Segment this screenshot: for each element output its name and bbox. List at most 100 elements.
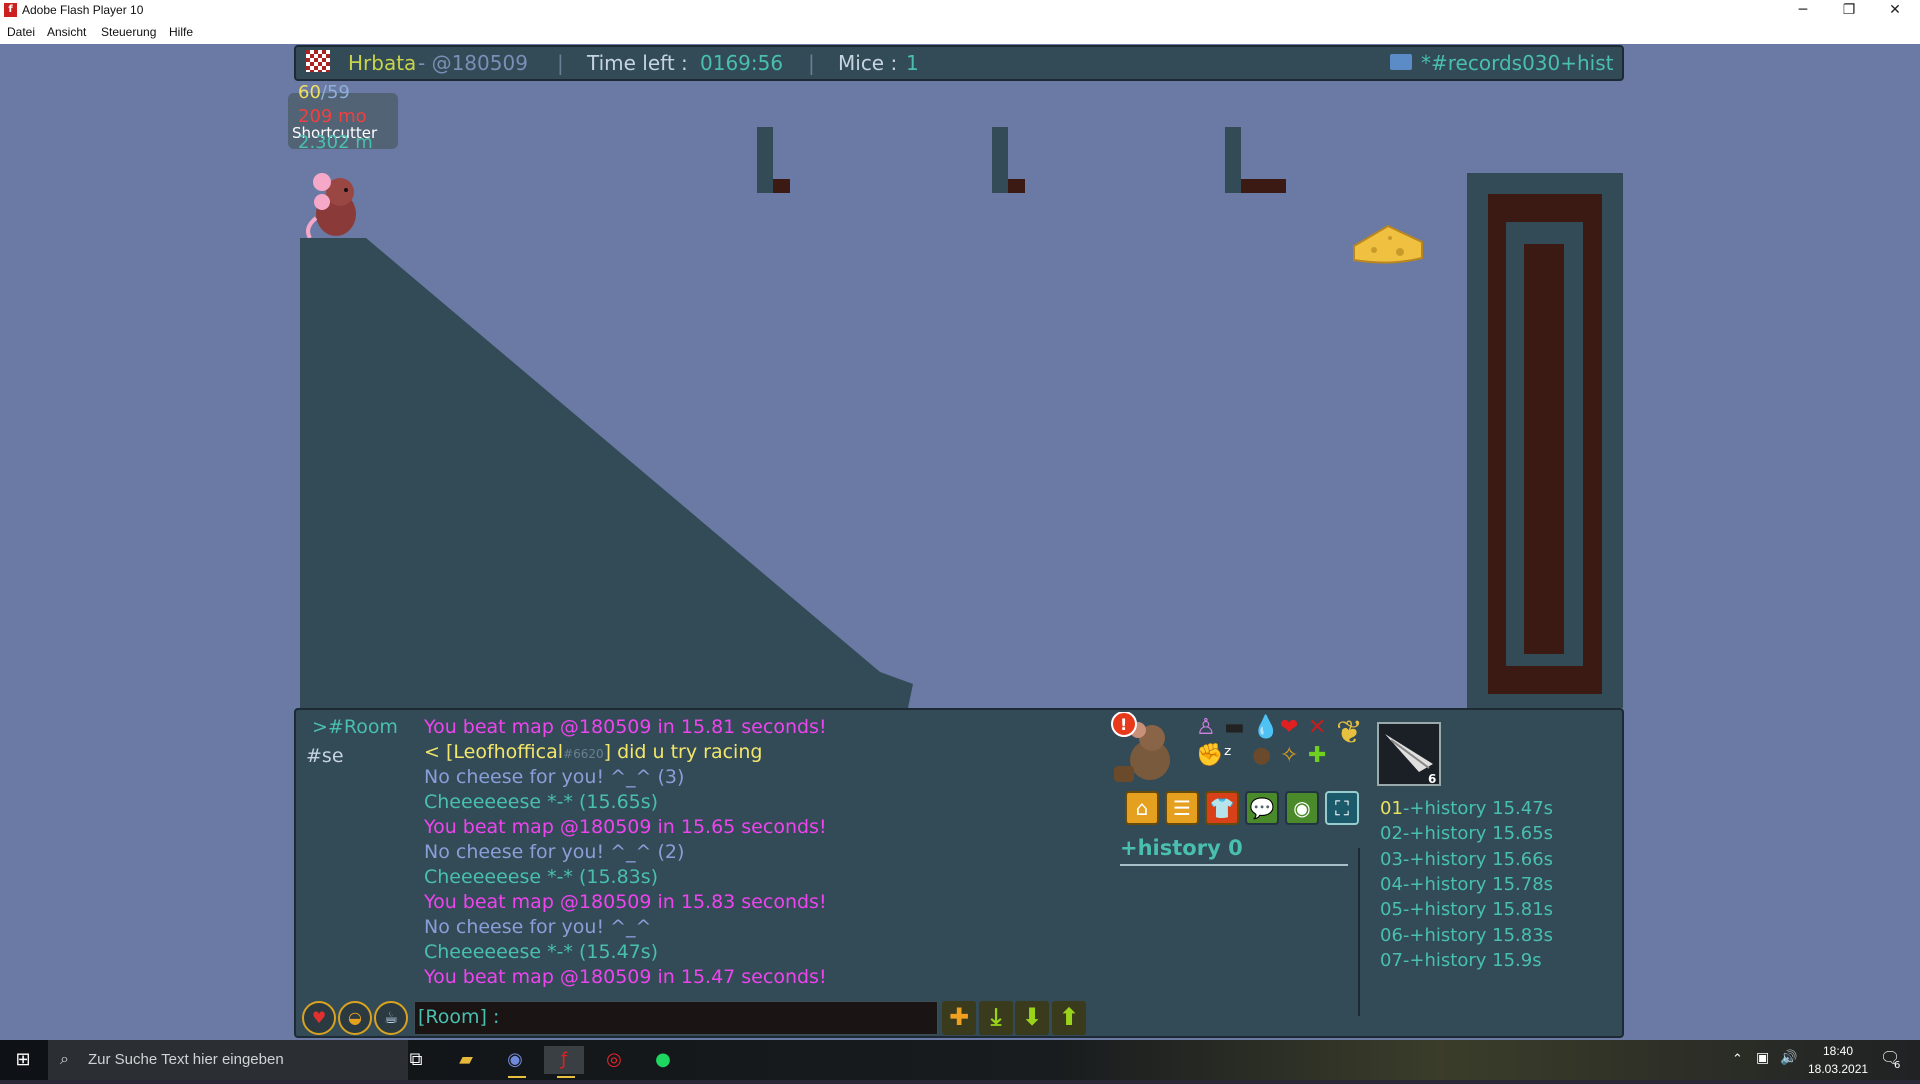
time-left-value: 0169:56: [700, 51, 784, 75]
record-name: -+history: [1402, 798, 1493, 819]
home-icon[interactable]: ⌂: [1125, 791, 1159, 825]
flash-icon: f: [4, 3, 17, 17]
record-row[interactable]: 02-+history 15.65s: [1380, 823, 1553, 844]
record-time: 15.9s: [1492, 949, 1542, 971]
windows-start-icon[interactable]: ⊞: [0, 1046, 46, 1074]
chat-message-text: You beat map @180509 in 15.65 seconds!: [424, 816, 827, 838]
discord-taskbar-icon[interactable]: ◉: [495, 1046, 535, 1074]
hat-icon[interactable]: ☕: [374, 1001, 408, 1035]
tray-volume-icon[interactable]: 🔊: [1780, 1050, 1797, 1066]
record-name: -+history: [1402, 899, 1493, 921]
history-label: +history 0: [1120, 836, 1243, 860]
plus-icon[interactable]: ✚: [942, 1001, 976, 1035]
time-left-label: Time left :: [587, 51, 688, 75]
restore-button[interactable]: ❐: [1826, 0, 1872, 22]
room-flag-icon: [1390, 54, 1412, 70]
record-row[interactable]: 03-+history 15.66s: [1380, 849, 1553, 870]
minimize-button[interactable]: ─: [1780, 0, 1826, 22]
record-row[interactable]: 05-+history 15.81s: [1380, 899, 1553, 920]
chat-bubble-icon[interactable]: 💬: [1245, 791, 1279, 825]
fps-counter: 60/59: [298, 82, 350, 103]
map-author: Hrbata: [348, 51, 417, 75]
clock-time[interactable]: 18:40: [1808, 1044, 1868, 1058]
drop-icon[interactable]: 💧: [1252, 716, 1279, 740]
menu-ansicht[interactable]: Ansicht: [47, 25, 86, 39]
chat-message: No cheese for you! ^_^ (3): [424, 766, 684, 788]
record-time: 15.83s: [1492, 924, 1554, 946]
record-name: -+history: [1402, 924, 1493, 946]
chat-message-text: No cheese for you! ^_^ (3): [424, 766, 685, 788]
profile-mouse-avatar[interactable]: !: [1110, 711, 1182, 784]
opera-icon[interactable]: ◎: [594, 1046, 634, 1074]
chat-message: Cheeeeeese *-* (15.47s): [424, 941, 658, 963]
chat-message-text: You beat map @180509 in 15.81 seconds!: [424, 716, 827, 738]
record-time: 15.47s: [1492, 798, 1554, 819]
tray-chevron-icon[interactable]: ⌃: [1732, 1052, 1743, 1067]
nut-icon[interactable]: ●: [1252, 744, 1271, 768]
clock-date[interactable]: 18.03.2021: [1808, 1062, 1868, 1076]
fullscreen-icon[interactable]: ⛶: [1325, 791, 1359, 825]
chat-input-placeholder: [Room] :: [418, 1006, 500, 1028]
record-name: -+history: [1402, 823, 1493, 845]
hat-emote-icon[interactable]: ▬: [1224, 716, 1245, 740]
record-time: 15.65s: [1492, 823, 1554, 845]
record-row[interactable]: 06-+history 15.83s: [1380, 925, 1553, 946]
channel-room-tab[interactable]: >#Room: [312, 716, 398, 738]
menu-hilfe[interactable]: Hilfe: [169, 25, 193, 39]
feather-icon[interactable]: ❦: [1336, 716, 1363, 748]
record-rank: 05: [1380, 899, 1403, 921]
mice-count: 1: [906, 51, 919, 75]
wardrobe-icon[interactable]: 👕: [1205, 791, 1239, 825]
confetti-icon[interactable]: ✧: [1280, 744, 1298, 768]
chat-message: You beat map @180509 in 15.47 seconds!: [424, 966, 827, 988]
history-underline: [1120, 864, 1348, 866]
chat-message: Cheeeeeese *-* (15.65s): [424, 791, 658, 813]
window-title: Adobe Flash Player 10: [22, 3, 144, 17]
chat-message: No cheese for you! ^_^ (2): [424, 841, 684, 863]
panel-divider: [1358, 848, 1360, 1016]
discord-icon[interactable]: ◉: [1285, 791, 1319, 825]
arrow-down-icon[interactable]: ⬇: [1015, 1001, 1049, 1035]
search-placeholder: Zur Suche Text hier eingeben: [88, 1051, 284, 1068]
menu-steuerung[interactable]: Steuerung: [101, 25, 156, 39]
heart-icon[interactable]: ♥: [302, 1001, 336, 1035]
heart-emote-icon[interactable]: ❤: [1280, 716, 1298, 740]
channel-se-tab[interactable]: #se: [306, 745, 344, 767]
plus-emote-icon[interactable]: ✚: [1308, 744, 1326, 768]
cheese-item: [1350, 220, 1426, 266]
mice-label: Mice :: [838, 51, 898, 75]
file-explorer-icon[interactable]: ▰: [446, 1046, 486, 1074]
running-indicator: [508, 1076, 526, 1078]
close-button[interactable]: ✕: [1872, 0, 1918, 22]
arrow-up-icon[interactable]: ⬆: [1052, 1001, 1086, 1035]
chat-message-text: Cheeeeeese *-* (15.47s): [424, 941, 659, 963]
cross-icon[interactable]: ✕: [1308, 716, 1326, 740]
chat-message-text: No cheese for you! ^_^ (2): [424, 841, 685, 863]
download-icon[interactable]: ⤓: [979, 1001, 1013, 1035]
paw-icon[interactable]: ✊: [1196, 744, 1223, 768]
topbar-separator-2: |: [808, 51, 815, 75]
record-rank: 03: [1380, 848, 1403, 870]
task-view-icon[interactable]: ⧉: [396, 1046, 436, 1074]
flash-taskbar-icon[interactable]: ƒ: [544, 1046, 584, 1074]
shield-icon[interactable]: ◒: [338, 1001, 372, 1035]
record-time: 15.78s: [1492, 873, 1554, 895]
tray-network-icon[interactable]: ▣: [1756, 1050, 1769, 1066]
chat-message-text: ] did u try racing: [603, 741, 763, 763]
player-mouse: [302, 168, 366, 240]
chat-message: You beat map @180509 in 15.65 seconds!: [424, 816, 827, 838]
record-row[interactable]: 07-+history 15.9s: [1380, 950, 1542, 971]
menu-list-icon[interactable]: ☰: [1165, 791, 1199, 825]
record-name: -+history: [1402, 848, 1493, 870]
menu-datei[interactable]: Datei: [7, 25, 35, 39]
record-row[interactable]: 01-+history 15.47s: [1380, 798, 1553, 819]
chat-message-text: Cheeeeeese *-* (15.83s): [424, 866, 659, 888]
room-name[interactable]: *#records030+hist: [1421, 51, 1614, 75]
record-row[interactable]: 04-+history 15.78s: [1380, 874, 1553, 895]
menubar: [0, 22, 1920, 44]
spotify-icon[interactable]: ●: [643, 1046, 683, 1074]
flask-icon[interactable]: ♙: [1196, 716, 1216, 740]
sleep-icon[interactable]: ᶻ: [1224, 744, 1232, 768]
chat-message: You beat map @180509 in 15.81 seconds!: [424, 716, 827, 738]
player-tag: #6620: [563, 747, 604, 761]
